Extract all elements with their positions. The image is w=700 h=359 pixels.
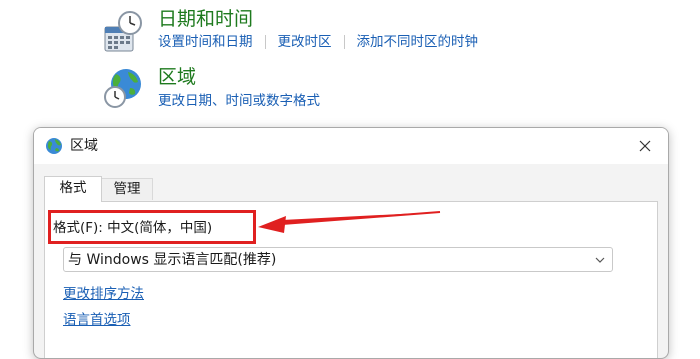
date-time-item: 日期和时间 设置时间和日期 更改时区 添加不同时区的时钟 [0, 0, 700, 60]
format-dropdown[interactable]: 与 Windows 显示语言匹配(推荐) [63, 247, 613, 272]
link-separator [264, 35, 266, 49]
globe-clock-icon[interactable] [102, 66, 146, 110]
region-title[interactable]: 区域 [158, 66, 196, 88]
add-clocks-link[interactable]: 添加不同时区的时钟 [357, 33, 479, 51]
change-formats-link[interactable]: 更改日期、时间或数字格式 [158, 92, 320, 110]
dialog-titlebar[interactable]: 区域 [34, 128, 668, 164]
change-sorting-link[interactable]: 更改排序方法 [63, 285, 144, 303]
globe-icon [46, 138, 62, 154]
dialog-title: 区域 [70, 138, 98, 154]
highlight-box [48, 210, 256, 244]
link-separator [343, 35, 345, 49]
chevron-down-icon [595, 257, 605, 263]
clock-calendar-icon[interactable] [102, 10, 146, 54]
set-time-date-link[interactable]: 设置时间和日期 [158, 33, 253, 51]
date-time-links: 设置时间和日期 更改时区 添加不同时区的时钟 [158, 33, 478, 51]
region-links: 更改日期、时间或数字格式 [158, 92, 320, 110]
date-time-title[interactable]: 日期和时间 [158, 8, 253, 30]
format-dropdown-value: 与 Windows 显示语言匹配(推荐) [68, 252, 277, 268]
region-item: 区域 更改日期、时间或数字格式 [0, 60, 700, 120]
language-preferences-link[interactable]: 语言首选项 [63, 311, 131, 329]
tab-format[interactable]: 格式 [44, 176, 102, 202]
change-timezone-link[interactable]: 更改时区 [278, 33, 332, 51]
tab-administrative[interactable]: 管理 [102, 178, 153, 200]
close-icon [639, 140, 651, 152]
close-button[interactable] [622, 128, 668, 164]
